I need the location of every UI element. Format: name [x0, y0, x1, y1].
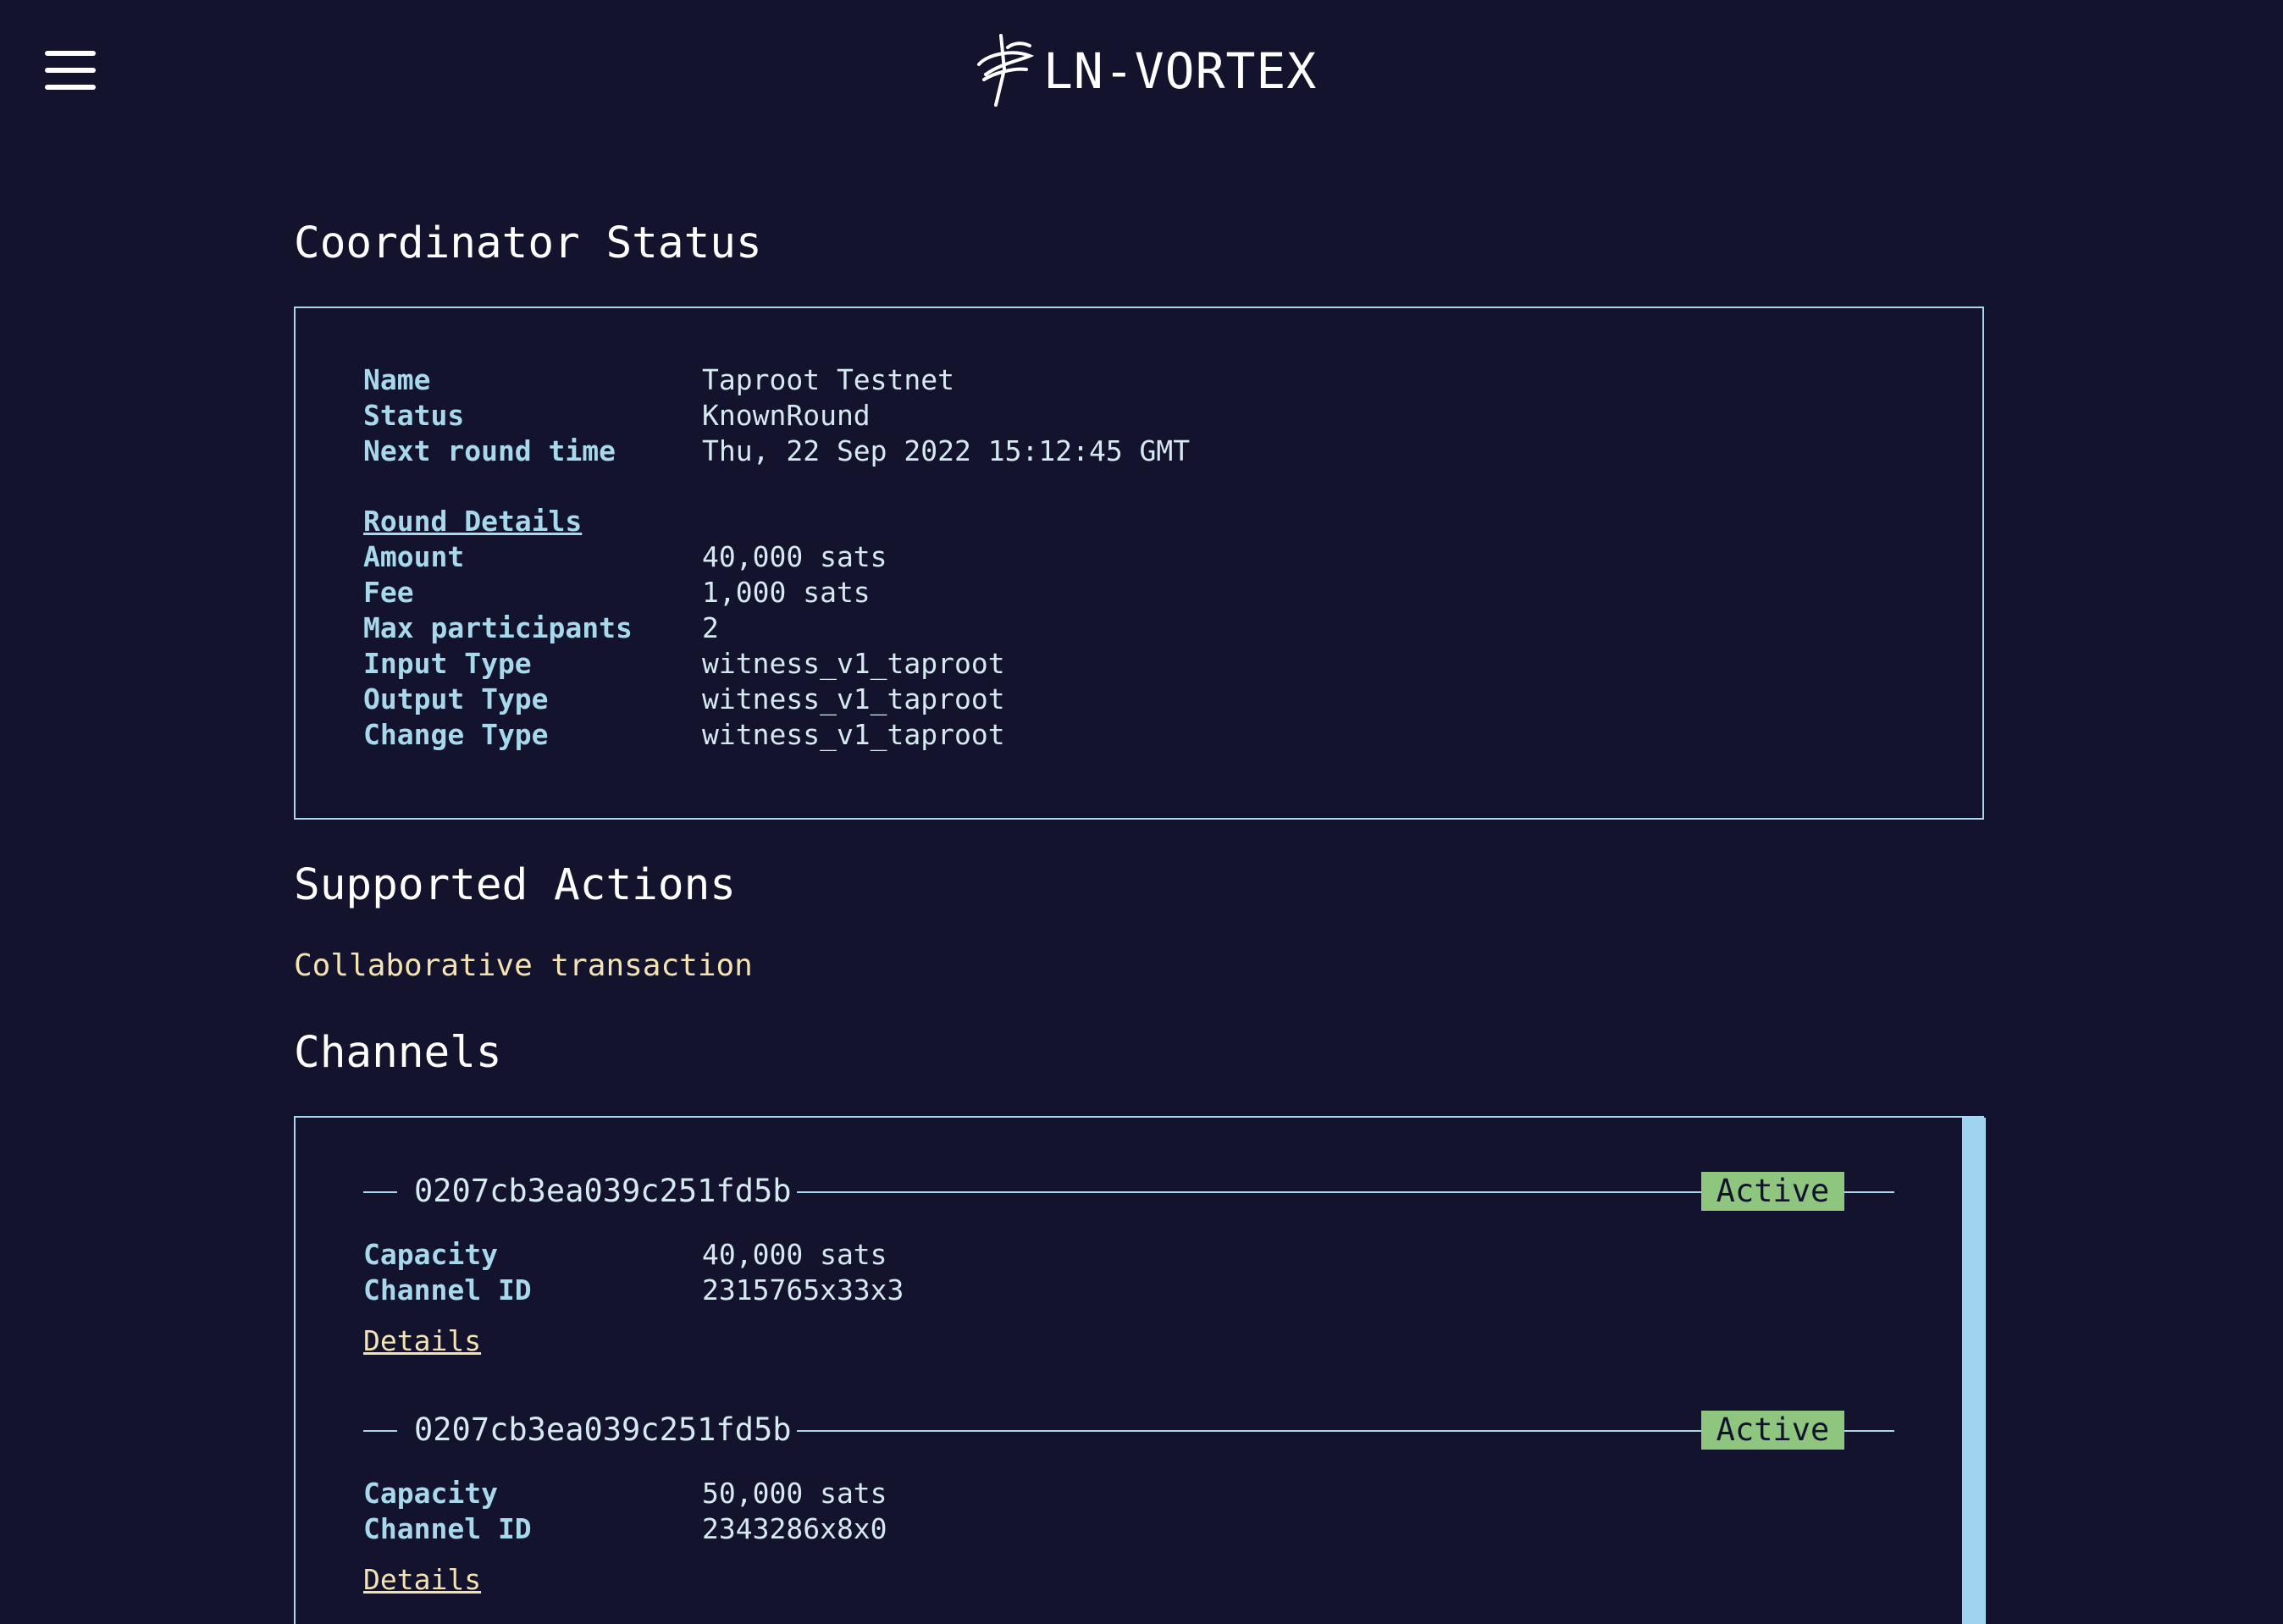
max-participants-value: 2 — [702, 610, 719, 644]
supported-actions-heading: Supported Actions — [294, 860, 736, 910]
divider — [797, 1430, 1701, 1432]
change-type-value: witness_v1_taproot — [702, 717, 1005, 751]
status-label: Status — [363, 398, 465, 432]
channel-header: 0207cb3ea039c251fd5b Active — [363, 1170, 1894, 1212]
channel-id-row: Channel ID 2315765x33x3 — [363, 1272, 904, 1307]
menu-icon-bar — [45, 85, 96, 90]
round-details-row: Round Details — [363, 503, 582, 539]
channel-node-id[interactable]: 0207cb3ea039c251fd5b — [414, 1409, 792, 1451]
input-type-value: witness_v1_taproot — [702, 646, 1005, 680]
name-row: Name Taproot Testnet — [363, 362, 954, 397]
divider — [363, 1430, 397, 1432]
capacity-value: 40,000 sats — [702, 1237, 887, 1271]
fee-value: 1,000 sats — [702, 575, 871, 609]
change-type-row: Change Type witness_v1_taproot — [363, 716, 1005, 752]
output-type-value: witness_v1_taproot — [702, 682, 1005, 715]
max-participants-label: Max participants — [363, 610, 633, 644]
max-participants-row: Max participants 2 — [363, 610, 719, 645]
name-value: Taproot Testnet — [702, 362, 955, 396]
capacity-label: Capacity — [363, 1476, 498, 1510]
channel-id-label: Channel ID — [363, 1511, 532, 1545]
channel-id-value: 2343286x8x0 — [702, 1511, 887, 1545]
change-type-label: Change Type — [363, 717, 549, 751]
capacity-value: 50,000 sats — [702, 1476, 887, 1510]
fee-row: Fee 1,000 sats — [363, 574, 871, 610]
next-round-value: Thu, 22 Sep 2022 15:12:45 GMT — [702, 434, 1191, 467]
channels-panel: 0207cb3ea039c251fd5b Active Capacity 40,… — [294, 1116, 1986, 1624]
input-type-row: Input Type witness_v1_taproot — [363, 645, 1005, 681]
brand-logo-link[interactable]: LN-VORTEX — [970, 30, 1317, 112]
collaborative-transaction-link[interactable]: Collaborative transaction — [294, 948, 753, 983]
channels-heading: Channels — [294, 1028, 502, 1078]
vortex-logo-icon — [977, 34, 1035, 107]
status-badge: Active — [1701, 1172, 1844, 1211]
brand-name: LN-VORTEX — [1043, 42, 1318, 100]
channel-details-link[interactable]: Details — [363, 1563, 481, 1596]
channel-node-id[interactable]: 0207cb3ea039c251fd5b — [414, 1170, 792, 1212]
divider — [797, 1191, 1701, 1193]
status-row: Status KnownRound — [363, 397, 871, 433]
divider — [363, 1191, 397, 1193]
capacity-row: Capacity 50,000 sats — [363, 1475, 887, 1511]
output-type-label: Output Type — [363, 682, 549, 715]
coordinator-status-panel: Name Taproot Testnet Status KnownRound N… — [294, 307, 1984, 820]
amount-label: Amount — [363, 539, 465, 573]
channel-id-row: Channel ID 2343286x8x0 — [363, 1511, 887, 1546]
channel-id-value: 2315765x33x3 — [702, 1273, 904, 1306]
capacity-label: Capacity — [363, 1237, 498, 1271]
menu-icon-bar — [45, 51, 96, 56]
input-type-label: Input Type — [363, 646, 532, 680]
divider — [1844, 1191, 1894, 1193]
output-type-row: Output Type witness_v1_taproot — [363, 681, 1005, 716]
divider — [1844, 1430, 1894, 1432]
menu-icon-bar — [45, 68, 96, 73]
channel-header: 0207cb3ea039c251fd5b Active — [363, 1409, 1894, 1451]
amount-row: Amount 40,000 sats — [363, 539, 887, 574]
channel-id-label: Channel ID — [363, 1273, 532, 1306]
round-details-link[interactable]: Round Details — [363, 505, 582, 538]
channel-details-link[interactable]: Details — [363, 1324, 481, 1357]
name-label: Name — [363, 362, 431, 396]
amount-value: 40,000 sats — [702, 539, 887, 573]
status-badge: Active — [1701, 1411, 1844, 1450]
menu-button[interactable] — [45, 51, 96, 93]
coordinator-status-heading: Coordinator Status — [294, 218, 762, 268]
channels-scrollbar[interactable] — [1962, 1118, 1986, 1624]
capacity-row: Capacity 40,000 sats — [363, 1236, 887, 1272]
next-round-label: Next round time — [363, 434, 616, 467]
status-value: KnownRound — [702, 398, 871, 432]
next-round-row: Next round time Thu, 22 Sep 2022 15:12:4… — [363, 433, 1190, 468]
fee-label: Fee — [363, 575, 414, 609]
